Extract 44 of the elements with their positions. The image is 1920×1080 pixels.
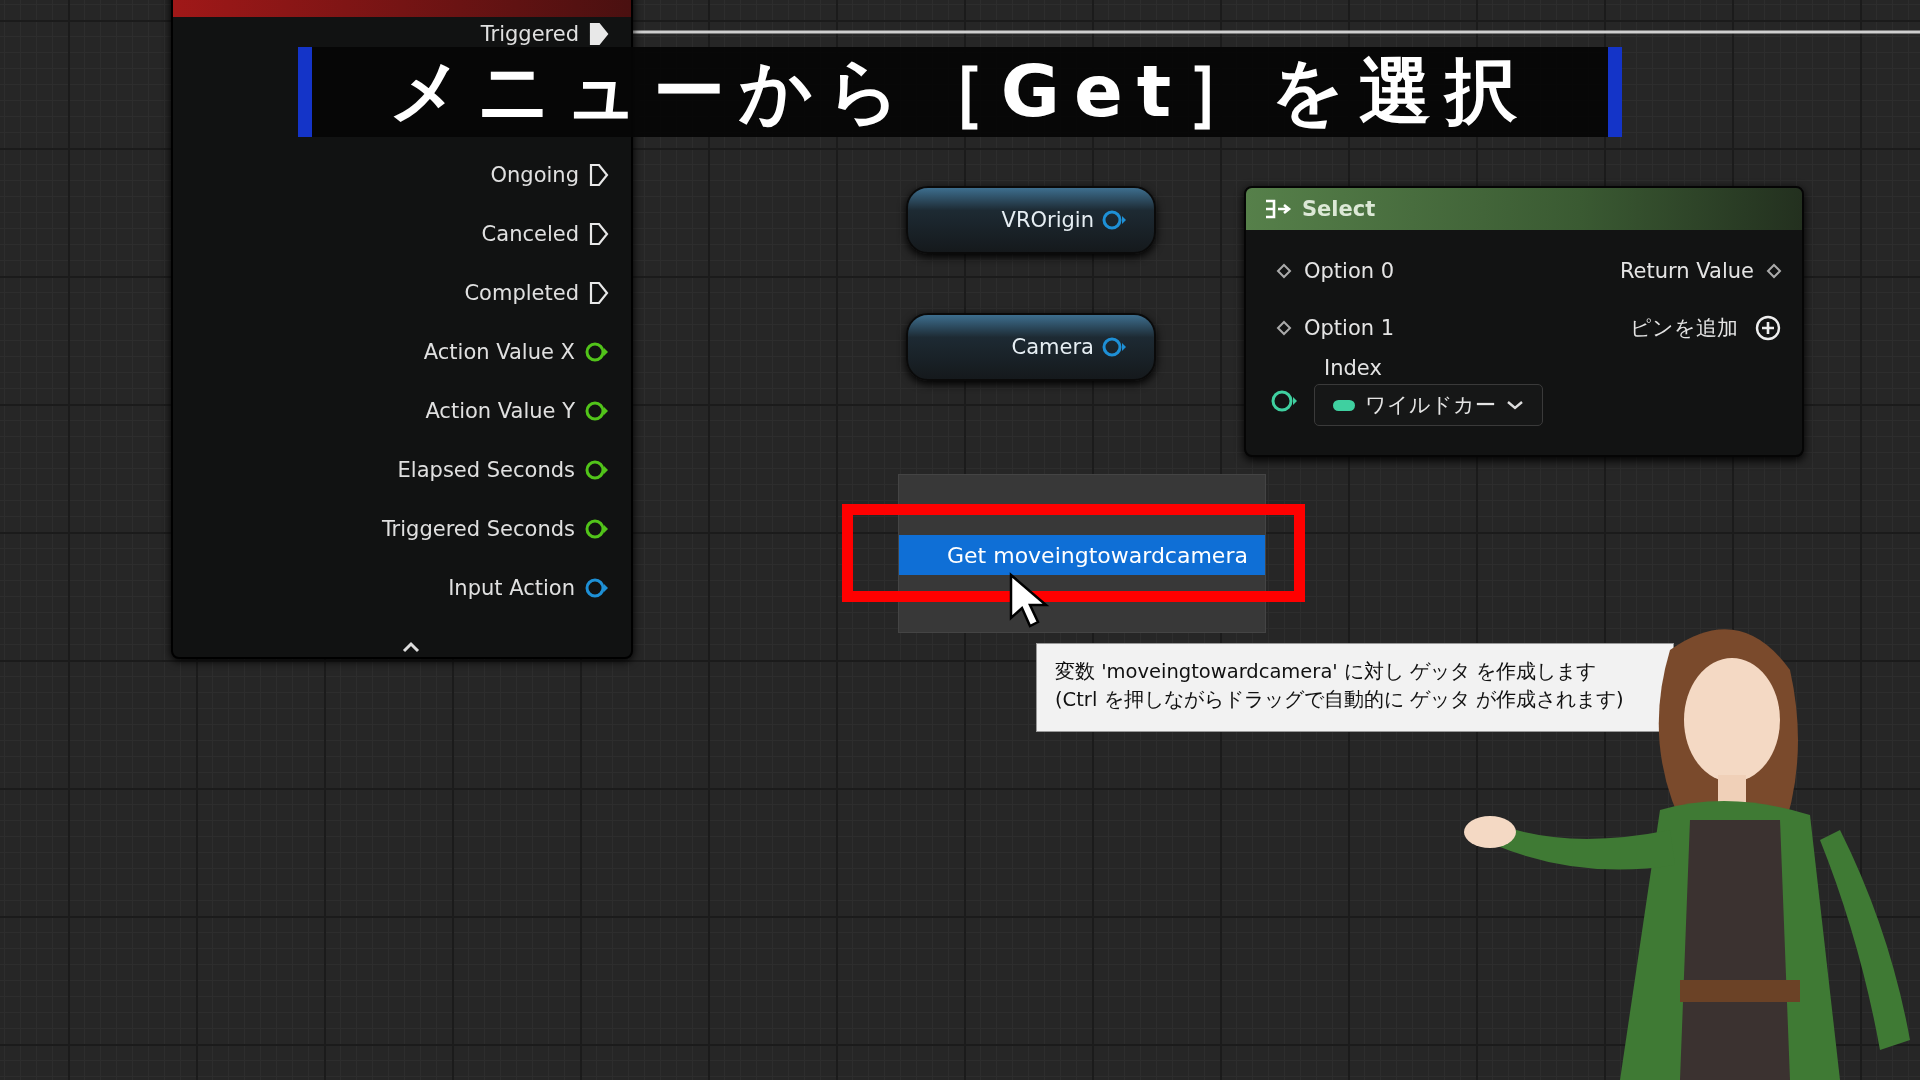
data-pin-icon[interactable] [585, 399, 609, 422]
pin-label: Elapsed Seconds [397, 457, 575, 482]
pin-label: Option 0 [1304, 258, 1395, 283]
plus-circle-icon[interactable] [1754, 313, 1782, 342]
data-pin-icon[interactable] [585, 576, 609, 599]
tooltip-text: (Ctrl を押しながらドラッグで自動的に ゲッタ が作成されます) [1055, 687, 1625, 713]
tooltip-text: 変数 'moveingtowardcamera' に対し ゲッタ を作成します [1055, 659, 1598, 685]
variable-label: VROrigin [1001, 208, 1094, 232]
add-pin-label[interactable]: ピンを追加 [1630, 313, 1738, 342]
data-pin-icon[interactable] [585, 458, 609, 481]
collapse-chevron-icon[interactable] [401, 639, 421, 654]
pin-label: Return Value [1619, 258, 1754, 283]
object-pin-icon[interactable] [1102, 336, 1128, 358]
variable-node[interactable]: Camera [906, 313, 1156, 381]
index-pin-icon[interactable] [1270, 388, 1300, 414]
type-dropdown[interactable]: ワイルドカー [1314, 384, 1543, 426]
object-pin-icon[interactable] [1102, 209, 1128, 231]
data-pin-icon[interactable] [585, 517, 609, 540]
exec-pin-icon[interactable] [589, 221, 609, 246]
pin-label: Action Value Y [425, 398, 575, 423]
type-pill-icon [1333, 399, 1355, 411]
pin-label: Triggered Seconds [381, 516, 575, 541]
node-title: Select [1302, 197, 1376, 221]
pin-label: Triggered [480, 22, 579, 46]
menu-item[interactable]: Get moveingtowardcamera [899, 535, 1265, 575]
wildcard-pin-icon[interactable] [1276, 319, 1292, 336]
pin-label: Ongoing [490, 162, 579, 187]
pin-label: Input Action [448, 575, 575, 600]
pin-label: Option 1 [1304, 315, 1395, 340]
wildcard-pin-icon[interactable] [1276, 262, 1292, 279]
pin-label: Completed [464, 280, 579, 305]
pin-label: Canceled [481, 221, 579, 246]
data-pin-icon[interactable] [585, 340, 609, 363]
pin-label: Action Value X [423, 339, 575, 364]
exec-pin-icon[interactable] [589, 280, 609, 305]
variable-label: Camera [1011, 335, 1094, 359]
chevron-down-icon [1506, 399, 1524, 411]
exec-pin-icon[interactable] [589, 162, 609, 187]
exec-pin-icon[interactable] [589, 22, 609, 46]
variable-node[interactable]: VROrigin [906, 186, 1156, 254]
pin-label: Index [1324, 356, 1383, 380]
caption-text: メニューから［Get］を選択 [388, 48, 1532, 135]
wildcard-pin-icon[interactable] [1766, 262, 1782, 279]
select-icon [1264, 198, 1292, 220]
